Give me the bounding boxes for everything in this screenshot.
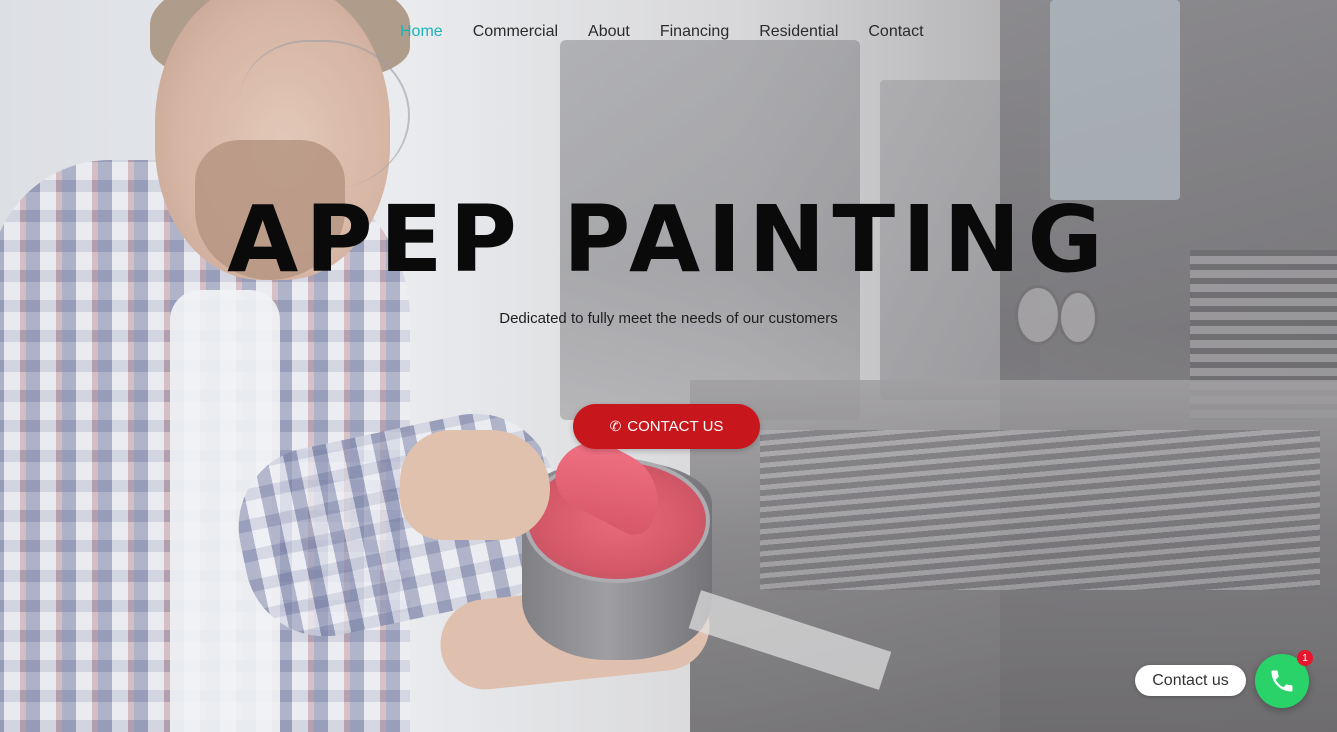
nav-item-about[interactable]: About xyxy=(588,20,630,44)
nav-item-commercial[interactable]: Commercial xyxy=(473,20,558,44)
hero-section: Home Commercial About Financing Resident… xyxy=(0,0,1337,732)
nav-item-residential[interactable]: Residential xyxy=(759,20,838,44)
nav-item-contact[interactable]: Contact xyxy=(868,20,923,44)
notification-badge: 1 xyxy=(1297,650,1313,666)
contact-us-label: CONTACT US xyxy=(627,418,724,435)
hero-subtitle: Dedicated to fully meet the needs of our… xyxy=(499,310,838,327)
phone-icon: ✆ xyxy=(609,418,622,434)
contact-widget-label[interactable]: Contact us xyxy=(1135,665,1246,696)
nav-item-home[interactable]: Home xyxy=(400,20,443,44)
phone-icon xyxy=(1271,670,1293,692)
nav-item-financing[interactable]: Financing xyxy=(660,20,729,44)
hero-overlay xyxy=(0,0,1337,732)
contact-us-button[interactable]: ✆ CONTACT US xyxy=(573,404,760,449)
main-nav: Home Commercial About Financing Resident… xyxy=(400,20,924,44)
hero-title: APEP PAINTING xyxy=(227,186,1110,293)
